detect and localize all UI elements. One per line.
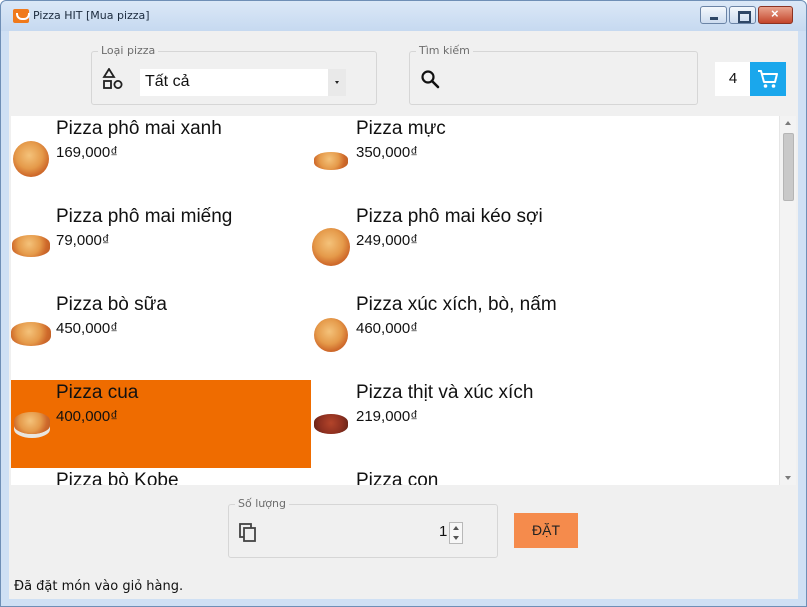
product-price: 79,000₫ bbox=[56, 232, 110, 249]
product-price: 350,000₫ bbox=[356, 144, 418, 161]
product-name: Pizza bò Kobe bbox=[56, 470, 179, 485]
product-price: 460,000₫ bbox=[356, 320, 418, 337]
pizza-type-select[interactable]: Tất cả bbox=[140, 69, 346, 96]
search-group: Tìm kiếm bbox=[409, 44, 698, 105]
product-item[interactable]: Pizza mực 350,000₫ bbox=[311, 116, 611, 204]
product-name: Pizza phô mai kéo sợi bbox=[356, 206, 543, 227]
app-window: Pizza HIT [Mua pizza] × Loại pizza Tất c… bbox=[0, 0, 807, 607]
title-bar[interactable]: Pizza HIT [Mua pizza] × bbox=[1, 1, 806, 31]
pizza-image bbox=[312, 228, 350, 266]
product-name: Pizza thịt và xúc xích bbox=[356, 382, 534, 403]
quantity-label: Số lượng bbox=[235, 497, 289, 510]
product-price: 450,000₫ bbox=[56, 320, 118, 337]
product-item[interactable]: Pizza bò Kobe bbox=[11, 468, 311, 485]
product-item[interactable]: Pizza phô mai xanh 169,000₫ bbox=[11, 116, 311, 204]
pizza-image bbox=[11, 322, 51, 346]
quantity-stepper[interactable] bbox=[449, 522, 463, 544]
product-price: 169,000₫ bbox=[56, 144, 118, 161]
search-input[interactable] bbox=[446, 67, 686, 93]
pizza-image bbox=[14, 412, 50, 434]
close-button[interactable]: × bbox=[758, 6, 793, 24]
maximize-button[interactable] bbox=[729, 6, 756, 24]
product-item[interactable]: Pizza bò sữa 450,000₫ bbox=[11, 292, 311, 380]
product-name: Pizza cua bbox=[56, 382, 139, 403]
shapes-icon bbox=[102, 68, 123, 89]
product-price: 249,000₫ bbox=[356, 232, 418, 249]
pizza-type-group: Loại pizza Tất cả bbox=[91, 44, 377, 105]
stepper-up-icon[interactable] bbox=[453, 526, 459, 530]
scroll-thumb[interactable] bbox=[783, 133, 794, 201]
pizza-image bbox=[314, 152, 348, 170]
cart-count: 4 bbox=[715, 62, 751, 96]
close-icon: × bbox=[771, 6, 779, 21]
cart-button[interactable] bbox=[750, 62, 786, 96]
product-name: Pizza con bbox=[356, 470, 439, 485]
window-title: Pizza HIT [Mua pizza] bbox=[33, 9, 150, 22]
order-button[interactable]: ĐẶT bbox=[514, 513, 578, 548]
quantity-input[interactable]: 1 bbox=[439, 523, 447, 540]
shopping-cart-icon bbox=[758, 70, 778, 88]
product-list[interactable]: Pizza phô mai xanh 169,000₫ Pizza mực 35… bbox=[11, 116, 779, 485]
pizza-image bbox=[13, 141, 49, 177]
product-item[interactable]: Pizza phô mai kéo sợi 249,000₫ bbox=[311, 204, 611, 292]
search-icon bbox=[421, 70, 440, 89]
search-label: Tìm kiếm bbox=[416, 44, 473, 57]
quantity-group: Số lượng 1 bbox=[228, 497, 498, 558]
product-item[interactable]: Pizza phô mai miếng 79,000₫ bbox=[11, 204, 311, 292]
product-item[interactable]: Pizza con bbox=[311, 468, 611, 485]
product-name: Pizza mực bbox=[356, 118, 446, 139]
scroll-down-arrow-icon[interactable] bbox=[785, 476, 791, 480]
chevron-down-icon[interactable] bbox=[328, 69, 346, 96]
pizza-app-icon bbox=[13, 9, 30, 23]
pizza-type-selected-value: Tất cả bbox=[145, 73, 190, 90]
product-price: 219,000₫ bbox=[356, 408, 418, 425]
product-name: Pizza phô mai xanh bbox=[56, 118, 222, 139]
product-name: Pizza xúc xích, bò, nấm bbox=[356, 294, 557, 315]
product-item[interactable]: Pizza xúc xích, bò, nấm 460,000₫ bbox=[311, 292, 611, 380]
status-message: Đã đặt món vào giỏ hàng. bbox=[14, 579, 184, 594]
pizza-image bbox=[12, 235, 50, 257]
pizza-image bbox=[314, 414, 348, 434]
main-panel: Loại pizza Tất cả Tìm kiếm 4 Pizza phô m… bbox=[9, 31, 798, 599]
pizza-image bbox=[314, 318, 348, 352]
stepper-down-icon[interactable] bbox=[453, 536, 459, 540]
product-item[interactable]: Pizza thịt và xúc xích 219,000₫ bbox=[311, 380, 611, 468]
product-item-selected[interactable]: Pizza cua 400,000₫ bbox=[11, 380, 311, 468]
product-name: Pizza phô mai miếng bbox=[56, 206, 233, 227]
product-name: Pizza bò sữa bbox=[56, 294, 167, 315]
minimize-button[interactable] bbox=[700, 6, 727, 24]
product-price: 400,000₫ bbox=[56, 408, 118, 425]
scroll-up-arrow-icon[interactable] bbox=[785, 121, 791, 125]
copy-icon bbox=[239, 523, 256, 542]
pizza-type-label: Loại pizza bbox=[98, 44, 159, 57]
vertical-scrollbar[interactable] bbox=[779, 116, 796, 485]
